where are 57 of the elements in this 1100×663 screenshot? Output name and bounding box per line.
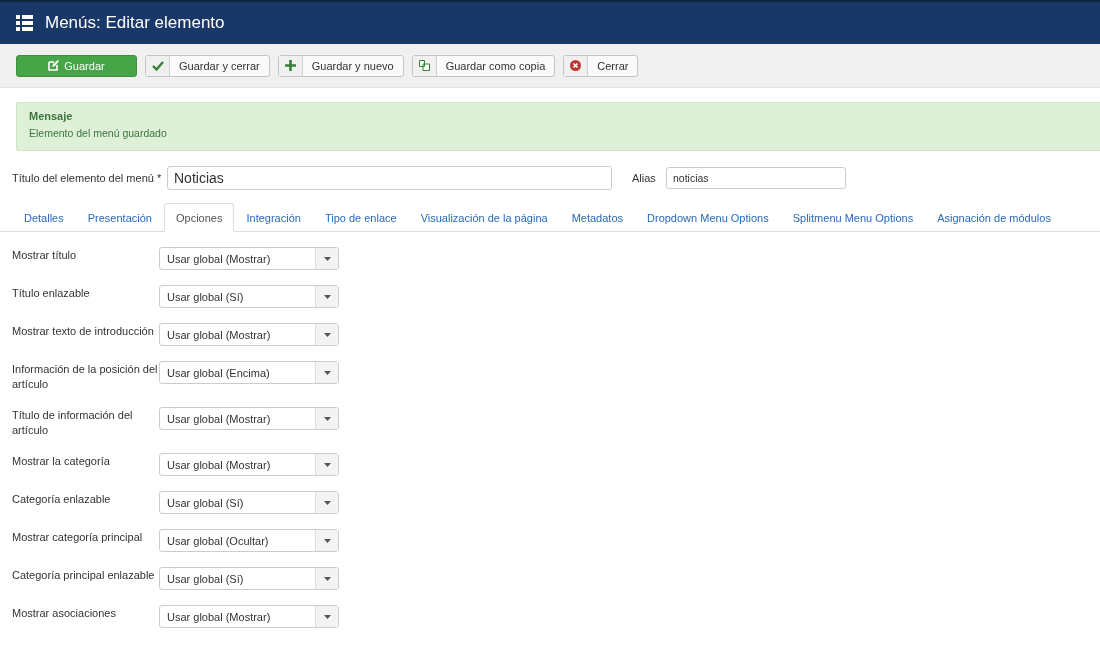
title-input[interactable]: Noticias <box>167 166 612 190</box>
field-label: Mostrar texto de introducción <box>12 324 155 339</box>
select-dropdown[interactable]: Usar global (Mostrar) <box>159 453 339 476</box>
caret-icon <box>323 538 331 543</box>
list-icon <box>16 15 33 31</box>
close-icon <box>570 60 582 71</box>
select-dropdown[interactable]: Usar global (Mostrar) <box>159 407 339 430</box>
check-icon <box>151 60 164 71</box>
toolbar-button[interactable]: Guardar como copia <box>411 54 556 77</box>
field-label: Alias <box>632 172 657 184</box>
field-label: Mostrar categoría principal <box>12 530 144 545</box>
tab[interactable]: Metadatos <box>559 203 636 232</box>
select-dropdown[interactable]: Usar global (Encima) <box>159 361 339 384</box>
field-label: Título enlazable <box>12 286 91 301</box>
caret-icon <box>323 462 331 467</box>
tab[interactable]: Visualización de la página <box>408 203 560 232</box>
tab[interactable]: Tipo de enlace <box>312 203 409 232</box>
field-label: Información de la posición del artículo <box>12 362 159 392</box>
toolbar-button[interactable]: Cerrar <box>563 54 639 77</box>
caret-icon <box>323 294 331 299</box>
caret-icon <box>323 416 331 421</box>
select-dropdown[interactable]: Usar global (Sí) <box>159 285 339 308</box>
field-label: Mostrar asociaciones <box>12 606 117 621</box>
tab[interactable]: Detalles <box>12 203 76 232</box>
tab[interactable]: Presentación <box>75 203 164 232</box>
select-dropdown[interactable]: Usar global (Sí) <box>159 567 339 590</box>
caret-icon <box>323 500 331 505</box>
tab[interactable]: Splitmenu Menu Options <box>780 203 926 232</box>
message-text: Elemento del menú guardado <box>29 127 168 139</box>
field-label: Categoría enlazable <box>12 492 112 507</box>
select-dropdown[interactable]: Usar global (Mostrar) <box>159 247 339 270</box>
message-heading: Mensaje <box>29 110 74 122</box>
tab[interactable]: Asignación de módulos <box>925 203 1063 232</box>
caret-icon <box>323 614 331 619</box>
caret-icon <box>323 576 331 581</box>
caret-icon <box>323 332 331 337</box>
page-title: Menús: Editar elemento <box>45 13 225 33</box>
copy-icon <box>418 60 430 71</box>
caret-icon <box>323 370 331 375</box>
select-dropdown[interactable]: Usar global (Sí) <box>159 491 339 514</box>
plus-icon <box>284 60 296 71</box>
alias-input[interactable]: noticias <box>666 167 846 189</box>
select-dropdown[interactable]: Usar global (Mostrar) <box>159 605 339 628</box>
toolbar-button[interactable]: Guardar y nuevo <box>277 54 404 77</box>
select-dropdown[interactable]: Usar global (Mostrar) <box>159 323 339 346</box>
field-label: Mostrar la categoría <box>12 454 111 469</box>
toolbar-button[interactable]: Guardar y cerrar <box>145 54 270 77</box>
tab[interactable]: Opciones <box>163 203 235 232</box>
tab[interactable]: Integración <box>234 203 313 232</box>
select-dropdown[interactable]: Usar global (Ocultar) <box>159 529 339 552</box>
edit-icon <box>48 60 60 71</box>
field-label: Título de información del artículo <box>12 408 134 438</box>
tab[interactable]: Dropdown Menu Options <box>635 203 781 232</box>
caret-icon <box>323 256 331 261</box>
field-label: Mostrar título <box>12 248 78 263</box>
field-label: Categoría principal enlazable <box>12 568 156 583</box>
field-label: Título del elemento del menú * <box>12 172 163 184</box>
